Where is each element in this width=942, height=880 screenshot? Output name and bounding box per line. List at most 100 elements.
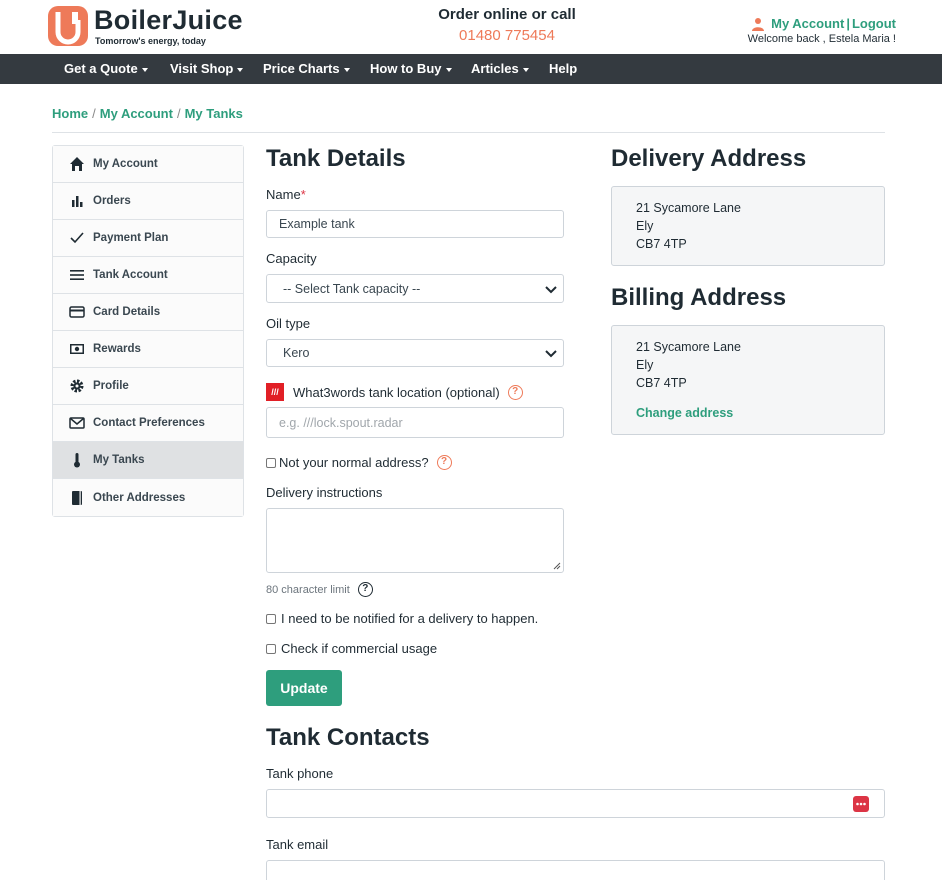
- credit-card-icon: [69, 306, 85, 318]
- autofill-icon[interactable]: [853, 796, 869, 812]
- update-button[interactable]: Update: [266, 670, 342, 706]
- sidebar-item-label: Other Addresses: [93, 491, 186, 504]
- w3w-label: What3words tank location (optional): [293, 384, 500, 400]
- sidebar-item-payment-plan[interactable]: Payment Plan: [53, 220, 243, 257]
- sidebar-item-other-addresses[interactable]: Other Addresses: [53, 479, 243, 516]
- sidebar-item-my-tanks[interactable]: My Tanks: [53, 442, 243, 479]
- caret-down-icon: [522, 67, 529, 72]
- order-callout: Order online or call 01480 775454: [407, 6, 607, 44]
- billing-address-title: Billing Address: [611, 284, 787, 311]
- chevron-down-icon: [545, 350, 557, 358]
- sidebar-item-label: Contact Preferences: [93, 417, 205, 429]
- billing-address-box: 21 Sycamore Lane Ely CB7 4TP Change addr…: [611, 325, 885, 435]
- nav-label: Articles: [471, 61, 519, 76]
- breadcrumb-my-tanks[interactable]: My Tanks: [185, 106, 243, 121]
- char-limit-row: 80 character limit ?: [266, 582, 373, 597]
- bar-chart-icon: [72, 196, 83, 207]
- char-limit-text: 80 character limit: [266, 583, 350, 596]
- sidebar-item-contact-preferences[interactable]: Contact Preferences: [53, 405, 243, 442]
- home-icon: [70, 157, 84, 171]
- delivery-instructions-label: Delivery instructions: [266, 485, 383, 500]
- sidebar-item-profile[interactable]: Profile: [53, 368, 243, 405]
- capacity-label: Capacity: [266, 251, 317, 266]
- resize-handle-icon[interactable]: [553, 562, 561, 570]
- address-line: Ely: [636, 358, 654, 372]
- help-question-icon[interactable]: ?: [507, 384, 523, 400]
- envelope-icon: [69, 417, 85, 429]
- tank-phone-input[interactable]: [266, 789, 885, 818]
- menu-lines-icon: [70, 270, 84, 280]
- change-address-link[interactable]: Change address: [636, 404, 860, 422]
- nav-get-a-quote[interactable]: Get a Quote: [64, 54, 148, 84]
- nav-label: Price Charts: [263, 61, 340, 76]
- breadcrumb-home[interactable]: Home: [52, 106, 88, 121]
- gear-icon: [70, 379, 84, 393]
- commercial-checkbox[interactable]: [266, 643, 276, 654]
- nav-label: Help: [549, 61, 578, 76]
- caret-down-icon: [141, 67, 148, 72]
- nav-how-to-buy[interactable]: How to Buy: [370, 54, 452, 84]
- tank-details-title: Tank Details: [266, 145, 406, 172]
- what3words-logo-icon: ///: [266, 383, 284, 401]
- breadcrumb-my-account[interactable]: My Account: [100, 106, 173, 121]
- tank-name-input[interactable]: Example tank: [266, 210, 564, 238]
- help-question-icon[interactable]: ?: [436, 455, 452, 470]
- book-icon: [72, 490, 82, 505]
- sidebar-item-label: Tank Account: [93, 269, 168, 281]
- address-line: CB7 4TP: [636, 376, 687, 390]
- brand-name: BoilerJuice: [94, 5, 243, 35]
- breadcrumb-sep: /: [92, 106, 96, 121]
- delivery-address-title: Delivery Address: [611, 145, 807, 172]
- sidebar-item-tank-account[interactable]: Tank Account: [53, 257, 243, 294]
- commercial-row: Check if commercial usage: [266, 641, 437, 656]
- notify-checkbox[interactable]: [266, 613, 276, 624]
- capacity-select[interactable]: -- Select Tank capacity --: [266, 274, 564, 303]
- help-question-icon[interactable]: ?: [357, 582, 373, 597]
- oil-type-selected-value: Kero: [283, 346, 310, 360]
- tank-name-value: Example tank: [279, 217, 355, 231]
- nav-articles[interactable]: Articles: [471, 54, 529, 84]
- capacity-selected-value: -- Select Tank capacity --: [283, 281, 421, 296]
- sidebar-item-orders[interactable]: Orders: [53, 183, 243, 220]
- oil-type-select[interactable]: Kero: [266, 339, 564, 367]
- breadcrumb: Home / My Account / My Tanks: [52, 106, 243, 121]
- address-line: 21 Sycamore Lane: [636, 340, 741, 354]
- nav-visit-shop[interactable]: Visit Shop: [170, 54, 244, 84]
- nav-price-charts[interactable]: Price Charts: [263, 54, 350, 84]
- nav-label: Visit Shop: [170, 61, 234, 76]
- commercial-label: Check if commercial usage: [281, 641, 438, 656]
- caret-down-icon: [237, 67, 244, 72]
- logo-mark-icon: [48, 6, 88, 46]
- w3w-placeholder: e.g. ///lock.spout.radar: [279, 415, 403, 430]
- address-line: CB7 4TP: [636, 237, 687, 251]
- not-normal-address-row: Not your normal address? ?: [266, 455, 452, 470]
- sidebar-item-card-details[interactable]: Card Details: [53, 294, 243, 331]
- sidebar-item-label: Payment Plan: [93, 232, 169, 244]
- tank-contacts-title: Tank Contacts: [266, 724, 430, 751]
- w3w-input[interactable]: e.g. ///lock.spout.radar: [266, 407, 564, 438]
- name-label: Name*: [266, 187, 306, 202]
- my-account-link[interactable]: My Account: [771, 16, 844, 31]
- chevron-down-icon: [545, 285, 557, 293]
- logout-link[interactable]: Logout: [852, 16, 896, 31]
- check-icon: [70, 232, 84, 244]
- sidebar-item-rewards[interactable]: Rewards: [53, 331, 243, 368]
- site-header: BoilerJuice Tomorrow's energy, today Ord…: [0, 0, 942, 54]
- address-line: 21 Sycamore Lane: [636, 201, 741, 215]
- brand-logo[interactable]: BoilerJuice Tomorrow's energy, today: [48, 4, 248, 48]
- divider: [52, 132, 885, 133]
- caret-down-icon: [445, 67, 452, 72]
- sidebar-item-label: My Tanks: [93, 454, 145, 466]
- tank-email-input[interactable]: [266, 860, 885, 880]
- tank-email-label: Tank email: [266, 837, 329, 852]
- w3w-label-row: /// What3words tank location (optional) …: [266, 383, 523, 401]
- phone-number[interactable]: 01480 775454: [407, 27, 607, 44]
- breadcrumb-sep: /: [176, 106, 181, 121]
- delivery-address-box: 21 Sycamore Lane Ely CB7 4TP: [611, 186, 885, 266]
- not-normal-address-checkbox[interactable]: [266, 457, 276, 468]
- nav-help[interactable]: Help: [549, 54, 577, 84]
- notify-label: I need to be notified for a delivery to …: [281, 611, 539, 626]
- not-normal-address-label: Not your normal address?: [279, 455, 429, 470]
- sidebar-item-my-account[interactable]: My Account: [53, 146, 243, 183]
- delivery-instructions-textarea[interactable]: [266, 508, 564, 573]
